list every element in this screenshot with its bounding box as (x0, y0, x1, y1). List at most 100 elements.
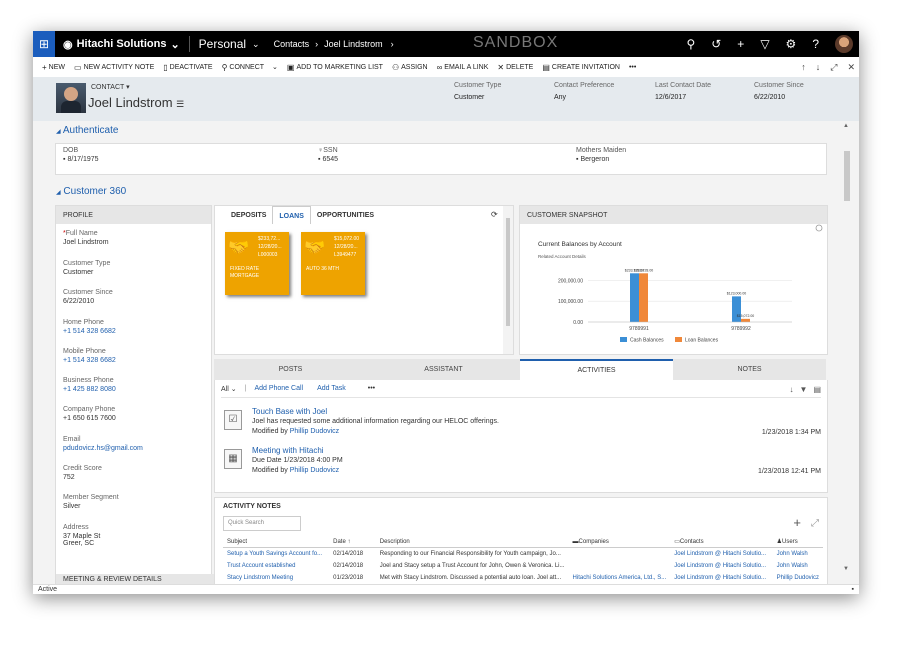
tab-deposits[interactable]: DEPOSITS (225, 206, 272, 224)
toolbar-underline (221, 397, 821, 398)
collapse-icon: ◢ (56, 129, 61, 135)
entity-type[interactable]: CONTACT ▾ (91, 83, 130, 91)
section-authenticate[interactable]: ◢ Authenticate (56, 125, 118, 136)
tab-activities[interactable]: ACTIVITIES (520, 359, 673, 380)
handshake-icon: 🤝 (228, 238, 250, 257)
brand[interactable]: ◉ Hitachi Solutions ⌄ (63, 38, 180, 51)
contact-photo[interactable] (56, 83, 86, 113)
tab-posts[interactable]: POSTS (214, 359, 367, 380)
avatar[interactable] (835, 35, 853, 53)
tab-opportunities[interactable]: OPPORTUNITIES (311, 206, 380, 224)
loan-tile[interactable]: 🤝 $15,072.00 12/28/20... L3949477 AUTO 36 … (301, 232, 365, 295)
snapshot-header: CUSTOMER SNAPSHOT (520, 206, 827, 224)
social-pane-tabs: POSTS ASSISTANT ACTIVITIES NOTES (214, 359, 826, 380)
help-icon[interactable]: ? (812, 37, 819, 51)
scroll-down-icon[interactable]: ▼ (843, 566, 849, 572)
app-launcher-icon[interactable]: ⊞ (33, 31, 55, 57)
profile-customer-since: Customer Since 6/22/2010 (63, 289, 113, 305)
filter-icon[interactable]: ▼ (800, 385, 808, 394)
tab-notes[interactable]: NOTES (673, 359, 826, 380)
activities-toolbar: All ⌄ | Add Phone Call Add Task ••• (221, 385, 375, 393)
chevron-down-icon: ⌄ (170, 38, 180, 51)
new-activity-note-button[interactable]: ▭ NEW ACTIVITY NOTE (74, 63, 154, 72)
more-activities-button[interactable]: ••• (368, 385, 375, 393)
profile-business-phone: Business Phone +1 425 882 8080 (63, 377, 116, 393)
page-scrollbar[interactable]: ▲ ▼ (835, 121, 859, 584)
chart-subtitle: Related Account Details (538, 254, 587, 259)
add-phone-call-button[interactable]: Add Phone Call (254, 385, 303, 393)
add-task-button[interactable]: Add Task (317, 385, 346, 393)
section-customer-360[interactable]: ◢ Customer 360 (56, 186, 126, 197)
assign-button[interactable]: ⚇ ASSIGN (392, 63, 428, 72)
recent-icon[interactable]: ↺ (711, 37, 721, 51)
arrow-up-icon[interactable]: ↑ (801, 62, 806, 73)
scrollbar-thumb[interactable] (506, 218, 510, 326)
view-icon[interactable]: ▤ (813, 385, 821, 394)
tiles-scrollbar[interactable] (503, 206, 513, 354)
header-field-contact-preference: Contact Preference Any (554, 82, 615, 101)
plus-icon[interactable]: + (793, 516, 801, 529)
command-bar: + NEW ▭ NEW ACTIVITY NOTE ▯ DEACTIVATE ⚲ CON… (33, 57, 859, 78)
delete-button[interactable]: ✕ DELETE (497, 63, 533, 72)
globe-icon: ◉ (63, 38, 73, 51)
area-selector[interactable]: Personal (199, 37, 246, 51)
activity-filter[interactable]: All ⌄ (221, 385, 237, 393)
profile-header: PROFILE (56, 206, 211, 224)
search-icon[interactable]: ⚲ (686, 37, 695, 51)
column-description[interactable]: Description (375, 536, 569, 548)
dob-field: DOB ▪ 8/17/1975 (63, 147, 99, 163)
tab-assistant[interactable]: ASSISTANT (367, 359, 520, 380)
menu-icon[interactable]: ☰ (176, 99, 184, 109)
refresh-icon[interactable]: ⟳ (491, 210, 498, 219)
column-date[interactable]: Date ↑ (329, 536, 376, 548)
filter-icon[interactable]: ▽ (760, 37, 769, 51)
connect-button[interactable]: ⚲ CONNECT ⌄ (222, 63, 278, 72)
table-row[interactable]: Stacy Lindstrom Meeting 01/23/2018 Met wit… (223, 572, 823, 584)
table-row[interactable]: Setup a Youth Savings Account fo... 02/14… (223, 548, 823, 561)
arrow-down-icon[interactable]: ↓ (816, 62, 821, 73)
column-users[interactable]: ♟Users (772, 536, 823, 548)
expand-icon[interactable]: ⤢ (830, 62, 837, 73)
more-commands-button[interactable]: ••• (629, 64, 636, 71)
save-icon[interactable]: ▪ (852, 585, 854, 594)
profile-member-segment: Member Segment Silver (63, 494, 119, 510)
y-tick-label: 200,000.00 (558, 278, 583, 284)
column-contacts[interactable]: ▭Contacts (670, 536, 773, 548)
notes-actions: + ⤢ (793, 516, 819, 529)
close-icon[interactable]: ✕ (847, 62, 855, 73)
activities-panel: All ⌄ | Add Phone Call Add Task ••• ↓ ▼ ▤ … (214, 380, 828, 493)
new-button[interactable]: + NEW (42, 63, 65, 72)
expand-icon[interactable]: ⤢ (811, 518, 819, 529)
breadcrumb-record[interactable]: Joel Lindstrom (324, 39, 383, 49)
balances-chart: Current Balances by Account Related Acco… (538, 224, 823, 344)
chevron-down-icon[interactable]: ⌄ (252, 39, 260, 50)
header-field-customer-since: Customer Since 6/22/2010 (754, 82, 804, 101)
chart-options-icon[interactable] (815, 224, 823, 232)
gear-icon[interactable]: ⚙ (786, 37, 797, 51)
connect-icon: ⚲ (221, 62, 228, 72)
quick-search-input[interactable]: Quick Search (223, 516, 301, 531)
accounts-panel: DEPOSITS LOANS OPPORTUNITIES ⟳ 🤝 $233,72… (214, 205, 514, 355)
header-field-customer-type: Customer Type Customer (454, 82, 502, 101)
column-subject[interactable]: Subject (223, 536, 330, 548)
link-icon: ∞ (436, 62, 443, 72)
plus-icon[interactable]: + (737, 37, 744, 51)
table-row[interactable]: Trust Account established 02/14/2018 Joel … (223, 560, 823, 572)
chevron-down-icon[interactable]: ⌄ (272, 63, 278, 71)
account-tabs: DEPOSITS LOANS OPPORTUNITIES (225, 206, 380, 224)
deactivate-button[interactable]: ▯ DEACTIVATE (163, 63, 212, 72)
tab-loans[interactable]: LOANS (272, 206, 311, 224)
profile-address: Address 37 Maple St Greer, SC (63, 524, 101, 547)
add-to-marketing-list-button[interactable]: ▣ ADD TO MARKETING LIST (287, 63, 383, 72)
x-tick-label: 9789992 (731, 326, 751, 332)
create-invitation-button[interactable]: ▤ CREATE INVITATION (542, 63, 620, 72)
ssn-field: ♀SSN ▪ 6545 (318, 147, 339, 163)
scrollbar-thumb[interactable] (844, 151, 850, 201)
email-link-button[interactable]: ∞ EMAIL A LINK (437, 63, 489, 72)
loan-tile[interactable]: 🤝 $233,72... 12/28/20... L000003 FIXED RAT… (225, 232, 289, 295)
sort-icon[interactable]: ↓ (790, 385, 794, 394)
activity-notes-table: Subject Date ↑ Description ▬Companies ▭C… (223, 536, 823, 584)
breadcrumb-contacts[interactable]: Contacts (274, 39, 310, 49)
scroll-up-icon[interactable]: ▲ (843, 123, 849, 129)
column-companies[interactable]: ▬Companies (568, 536, 671, 548)
